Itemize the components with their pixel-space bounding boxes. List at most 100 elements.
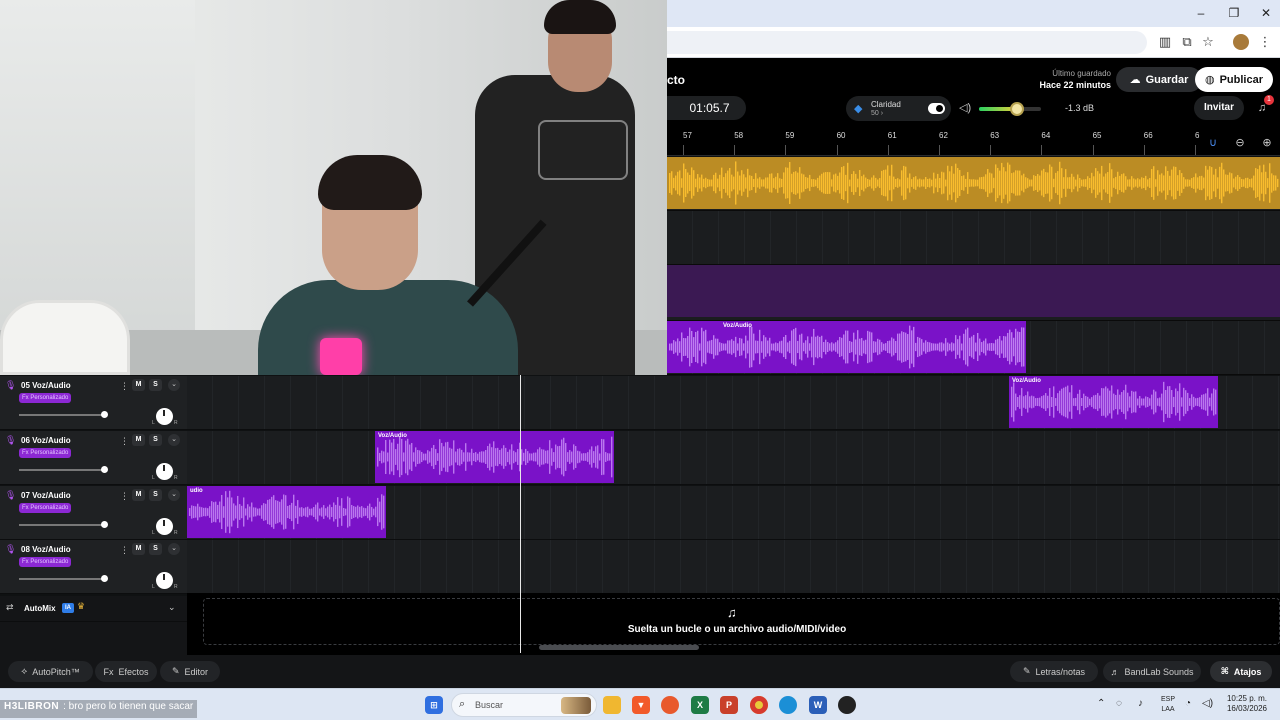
volume-slider[interactable] bbox=[979, 102, 1041, 116]
pan-knob[interactable] bbox=[156, 518, 173, 535]
volume-fader[interactable] bbox=[19, 469, 106, 471]
track-header[interactable]: 🎙︎ 07 Voz/Audio Fx Personalizado ⋮ M S ⌄ L R bbox=[0, 486, 187, 540]
timeline-ruler[interactable]: 57 58 59 60 61 62 63 64 65 66 6 ∪ ⊖ ⊕ bbox=[667, 130, 1280, 156]
language-indicator[interactable]: ESP LAA bbox=[1160, 695, 1176, 715]
upper-track-dark-region[interactable] bbox=[667, 265, 1280, 317]
firefox-icon[interactable] bbox=[661, 696, 679, 714]
volume-fader-handle[interactable] bbox=[101, 466, 108, 473]
avatar[interactable] bbox=[1233, 34, 1249, 50]
volume-fader-handle[interactable] bbox=[101, 521, 108, 528]
mute-button[interactable]: M bbox=[132, 489, 145, 501]
effects-button[interactable]: Fx Efectos bbox=[95, 661, 157, 682]
track-menu-icon[interactable]: ⋮ bbox=[120, 436, 129, 447]
fx-preset-badge[interactable]: Fx Personalizado bbox=[19, 503, 72, 513]
edge-icon[interactable] bbox=[779, 696, 797, 714]
volume-fader[interactable] bbox=[19, 414, 106, 416]
solo-button[interactable]: S bbox=[149, 543, 162, 555]
chevron-down-icon[interactable]: ⌄ bbox=[168, 602, 176, 613]
pan-knob[interactable] bbox=[156, 463, 173, 480]
pan-knob[interactable] bbox=[156, 408, 173, 425]
volume-fader-handle[interactable] bbox=[101, 575, 108, 582]
tab-search-icon[interactable]: ▥ bbox=[1157, 34, 1173, 50]
chevron-up-icon[interactable]: ⌃ bbox=[1097, 698, 1105, 709]
upper-track-lane[interactable]: Voz/Audio bbox=[667, 321, 1280, 375]
upper-track-loop-region[interactable] bbox=[667, 157, 1280, 209]
excel-icon[interactable]: X bbox=[691, 696, 709, 714]
track-lane[interactable]: Voz/Audio bbox=[187, 376, 1280, 430]
volume-slider-handle[interactable] bbox=[1010, 102, 1025, 116]
pan-knob[interactable] bbox=[156, 572, 173, 589]
speaker-icon[interactable]: ◁) bbox=[959, 101, 971, 114]
track-header[interactable]: 🎙︎ 08 Voz/Audio Fx Personalizado ⋮ M S ⌄ L R bbox=[0, 540, 187, 594]
mute-button[interactable]: M bbox=[132, 434, 145, 446]
audio-clip[interactable]: Voz/Audio bbox=[1009, 376, 1218, 428]
track-name[interactable]: 08 Voz/Audio bbox=[21, 545, 71, 554]
windows-start-icon[interactable]: ⊞ bbox=[425, 696, 443, 714]
file-explorer-icon[interactable] bbox=[603, 696, 621, 714]
audio-clip[interactable]: udio bbox=[187, 486, 386, 538]
save-button[interactable]: ☁ Guardar bbox=[1116, 67, 1202, 92]
microphone-icon[interactable]: ♪ bbox=[1138, 698, 1143, 709]
editor-button[interactable]: ✎ Editor bbox=[160, 661, 220, 682]
maximize-icon[interactable]: ❐ bbox=[1226, 5, 1242, 21]
audio-clip[interactable]: Voz/Audio bbox=[375, 431, 614, 483]
track-header[interactable]: 🎙︎ 06 Voz/Audio Fx Personalizado ⋮ M S ⌄ L R bbox=[0, 431, 187, 485]
close-icon[interactable]: ✕ bbox=[1258, 5, 1274, 21]
playhead[interactable] bbox=[520, 375, 521, 653]
chrome-icon[interactable] bbox=[750, 696, 768, 714]
powerpoint-icon[interactable]: P bbox=[720, 696, 738, 714]
track-name[interactable]: 06 Voz/Audio bbox=[21, 436, 71, 445]
project-title[interactable]: cto bbox=[667, 73, 685, 87]
upper-track-lane[interactable] bbox=[667, 265, 1280, 321]
fx-preset-badge[interactable]: Fx Personalizado bbox=[19, 393, 72, 403]
track-name[interactable]: 05 Voz/Audio bbox=[21, 381, 71, 390]
track-lane[interactable]: udio bbox=[187, 486, 1280, 540]
chevron-down-icon[interactable]: ⌄ bbox=[168, 379, 180, 391]
volume-fader[interactable] bbox=[19, 578, 106, 580]
autopitch-button[interactable]: ⟡ AutoPitch™ bbox=[8, 661, 93, 682]
volume-fader-handle[interactable] bbox=[101, 411, 108, 418]
bandlab-sounds-button[interactable]: ♬ BandLab Sounds bbox=[1103, 661, 1201, 682]
lyrics-button[interactable]: ✎ Letras/notas bbox=[1010, 661, 1098, 682]
track-menu-icon[interactable]: ⋮ bbox=[120, 545, 129, 556]
cast-icon[interactable]: ⧉ bbox=[1179, 34, 1195, 50]
kebab-menu-icon[interactable]: ⋮ bbox=[1257, 34, 1273, 50]
fx-preset-badge[interactable]: Fx Personalizado bbox=[19, 557, 72, 567]
chevron-down-icon[interactable]: ⌄ bbox=[168, 434, 180, 446]
track-menu-icon[interactable]: ⋮ bbox=[120, 381, 129, 392]
chevron-down-icon[interactable]: ⌄ bbox=[168, 489, 180, 501]
address-field[interactable] bbox=[667, 31, 1147, 54]
solo-button[interactable]: S bbox=[149, 489, 162, 501]
volume-icon[interactable]: ◁) bbox=[1202, 698, 1213, 709]
horizontal-scrollbar[interactable] bbox=[539, 645, 699, 650]
clock[interactable]: 10:25 p. m. 16/03/2026 bbox=[1220, 694, 1274, 714]
track-header[interactable]: 🎙︎ 05 Voz/Audio Fx Personalizado ⋮ M S ⌄ L R bbox=[0, 376, 187, 430]
app-icon[interactable] bbox=[838, 696, 856, 714]
automix-row[interactable]: ⇄ AutoMix IA ♛ ⌄ bbox=[0, 596, 187, 622]
wifi-icon[interactable]: ◔ bbox=[1185, 698, 1191, 709]
taskbar-search[interactable]: ⌕ Buscar bbox=[451, 693, 597, 717]
magnet-icon[interactable]: ∪ bbox=[1204, 136, 1222, 152]
invite-button[interactable]: Invitar bbox=[1194, 96, 1244, 120]
chevron-down-icon[interactable]: ⌄ bbox=[168, 543, 180, 555]
drop-zone[interactable]: ♫ Suelta un bucle o un archivo audio/MID… bbox=[187, 593, 1280, 655]
zoom-in-icon[interactable]: ⊕ bbox=[1258, 136, 1276, 152]
claridad-control[interactable]: ◆ Claridad 50 › bbox=[846, 96, 951, 121]
word-icon[interactable]: W bbox=[809, 696, 827, 714]
track-menu-icon[interactable]: ⋮ bbox=[120, 491, 129, 502]
zoom-out-icon[interactable]: ⊖ bbox=[1231, 136, 1249, 152]
track-lane[interactable]: Voz/Audio bbox=[187, 431, 1280, 485]
volume-fader[interactable] bbox=[19, 524, 106, 526]
mute-button[interactable]: M bbox=[132, 543, 145, 555]
brave-icon[interactable]: ▼ bbox=[632, 696, 650, 714]
timecode-display[interactable]: 01:05.7 bbox=[667, 96, 746, 120]
minimize-icon[interactable]: – bbox=[1193, 5, 1209, 21]
upper-track-lane[interactable] bbox=[667, 211, 1280, 265]
claridad-toggle[interactable] bbox=[928, 103, 945, 114]
network-icon[interactable]: ◌ bbox=[1116, 698, 1122, 709]
publish-button[interactable]: ◍ Publicar bbox=[1195, 67, 1273, 92]
track-name[interactable]: 07 Voz/Audio bbox=[21, 491, 71, 500]
fx-preset-badge[interactable]: Fx Personalizado bbox=[19, 448, 72, 458]
star-icon[interactable]: ☆ bbox=[1200, 34, 1216, 50]
solo-button[interactable]: S bbox=[149, 379, 162, 391]
